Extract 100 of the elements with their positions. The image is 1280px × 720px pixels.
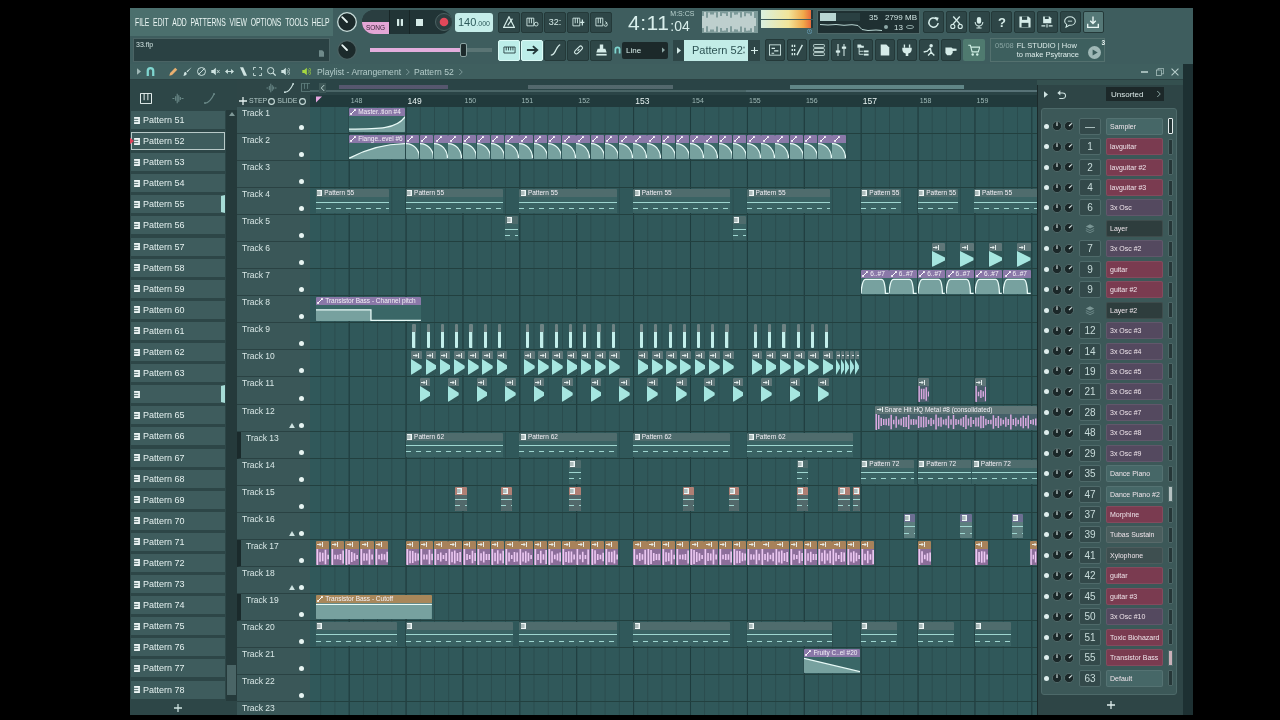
slip-icon[interactable]	[225, 67, 234, 76]
pan-knob[interactable]	[1052, 366, 1062, 377]
add-channel-button[interactable]	[1105, 700, 1116, 711]
audio-clip[interactable]	[483, 324, 487, 349]
pattern-item[interactable]: Pattern 62	[131, 343, 225, 362]
audio-clip[interactable]	[775, 540, 789, 565]
automation-clip[interactable]	[576, 135, 590, 160]
collapse-button[interactable]	[319, 82, 326, 93]
record-audio-button[interactable]	[968, 11, 990, 33]
volume-knob[interactable]	[1064, 468, 1074, 479]
save-as-button[interactable]	[1037, 11, 1058, 33]
automation-clip[interactable]	[832, 135, 846, 160]
pattern-clip[interactable]	[903, 513, 916, 538]
wait-input-button[interactable]	[521, 11, 543, 33]
led-icon[interactable]	[299, 503, 304, 509]
track-header[interactable]: Track 7	[237, 269, 310, 297]
track-header[interactable]: Track 13	[237, 431, 310, 459]
pattern-clip[interactable]	[860, 621, 898, 646]
audio-clip[interactable]	[469, 324, 473, 349]
pattern-clip[interactable]	[747, 621, 832, 646]
speaker-icon[interactable]	[302, 67, 311, 76]
mixer-track-selector[interactable]: 12	[1079, 322, 1101, 340]
automation-clip[interactable]	[448, 135, 462, 160]
led-icon[interactable]	[1044, 368, 1049, 374]
audio-clip[interactable]	[718, 540, 732, 565]
audio-clip[interactable]	[761, 378, 772, 403]
track-header[interactable]: Track 2	[237, 134, 310, 162]
audio-clip[interactable]	[505, 540, 519, 565]
pan-knob[interactable]	[1052, 202, 1062, 213]
mixer-track-selector[interactable]: 4	[1079, 179, 1101, 197]
cut-wires-button[interactable]	[945, 11, 967, 33]
pattern-item[interactable]: Pattern 54	[131, 174, 225, 193]
mixer-track-selector[interactable]: 9	[1079, 281, 1101, 299]
pattern-item[interactable]: Pattern 58	[131, 258, 225, 277]
zoom-icon[interactable]	[267, 67, 276, 76]
audio-clip[interactable]	[832, 540, 846, 565]
led-icon[interactable]	[1044, 593, 1049, 599]
caret-icon[interactable]	[289, 422, 295, 428]
magnet-icon[interactable]	[614, 46, 621, 54]
volume-knob[interactable]	[1064, 427, 1074, 438]
audio-clip[interactable]	[562, 540, 576, 565]
pan-knob[interactable]	[1052, 448, 1062, 459]
mixer-button[interactable]	[831, 39, 851, 61]
track-header[interactable]: Track 4	[237, 188, 310, 216]
audio-clip[interactable]	[654, 324, 658, 349]
record-button[interactable]	[435, 13, 452, 31]
audio-clip[interactable]	[753, 324, 758, 349]
audio-clip[interactable]	[704, 378, 715, 403]
caret-icon[interactable]	[289, 584, 295, 590]
audio-clip[interactable]	[789, 540, 804, 565]
led-icon[interactable]	[1044, 389, 1049, 395]
led-icon[interactable]	[1044, 450, 1049, 456]
project-button[interactable]	[875, 39, 895, 61]
audio-clip[interactable]	[434, 540, 448, 565]
automation-clip[interactable]	[462, 135, 476, 160]
pattern-item[interactable]: Pattern 66	[131, 427, 225, 446]
audio-clip[interactable]	[732, 378, 744, 403]
filter-dropdown[interactable]: Unsorted	[1106, 87, 1164, 101]
scrollbar[interactable]	[226, 110, 237, 701]
audio-clip[interactable]	[611, 324, 615, 349]
undo-history-button[interactable]	[923, 11, 944, 33]
audio-clip[interactable]	[803, 540, 818, 565]
step-edit-button[interactable]	[521, 39, 543, 61]
pattern-item[interactable]: Pattern 75	[131, 617, 225, 636]
mixer-track-selector[interactable]: 48	[1079, 424, 1101, 442]
pan-knob[interactable]	[1052, 182, 1062, 193]
volume-knob[interactable]	[1064, 243, 1074, 254]
automation-clip[interactable]	[732, 135, 747, 160]
knob[interactable]	[337, 40, 357, 60]
mixer-track-selector[interactable]: 2	[1079, 158, 1101, 176]
led-icon[interactable]	[299, 476, 304, 482]
pan-knob[interactable]	[1052, 121, 1062, 132]
led-icon[interactable]	[299, 449, 304, 455]
audio-clip[interactable]	[824, 324, 829, 349]
led-icon[interactable]	[299, 179, 304, 185]
automation-clip[interactable]	[704, 135, 718, 160]
audio-clip[interactable]	[780, 351, 791, 376]
audio-clip[interactable]	[675, 540, 690, 565]
pattern-item[interactable]: Pattern 73	[131, 575, 225, 594]
pan-knob[interactable]	[1052, 509, 1062, 520]
audio-clip[interactable]	[425, 351, 437, 376]
volume-knob[interactable]	[1064, 652, 1074, 663]
radio-icon[interactable]	[268, 97, 276, 105]
audio-clip[interactable]	[595, 351, 606, 376]
volume-knob[interactable]	[1064, 632, 1074, 643]
automation-clip[interactable]	[505, 135, 519, 160]
menu-item[interactable]: OPTIONS	[250, 16, 282, 28]
audio-clip[interactable]	[765, 351, 777, 376]
pan-knob[interactable]	[1052, 223, 1062, 234]
volume-knob[interactable]	[1064, 570, 1074, 581]
pan-knob[interactable]	[1052, 652, 1062, 663]
caret-icon[interactable]	[289, 530, 295, 536]
led-icon[interactable]	[1044, 430, 1049, 436]
pan-knob[interactable]	[1052, 427, 1062, 438]
automation-clip[interactable]	[761, 135, 775, 160]
audio-clip[interactable]	[860, 540, 875, 565]
volume-knob[interactable]	[1064, 346, 1074, 357]
pattern-clip[interactable]	[633, 621, 731, 646]
audio-clip[interactable]	[960, 243, 974, 268]
pencil-icon[interactable]	[169, 67, 178, 76]
